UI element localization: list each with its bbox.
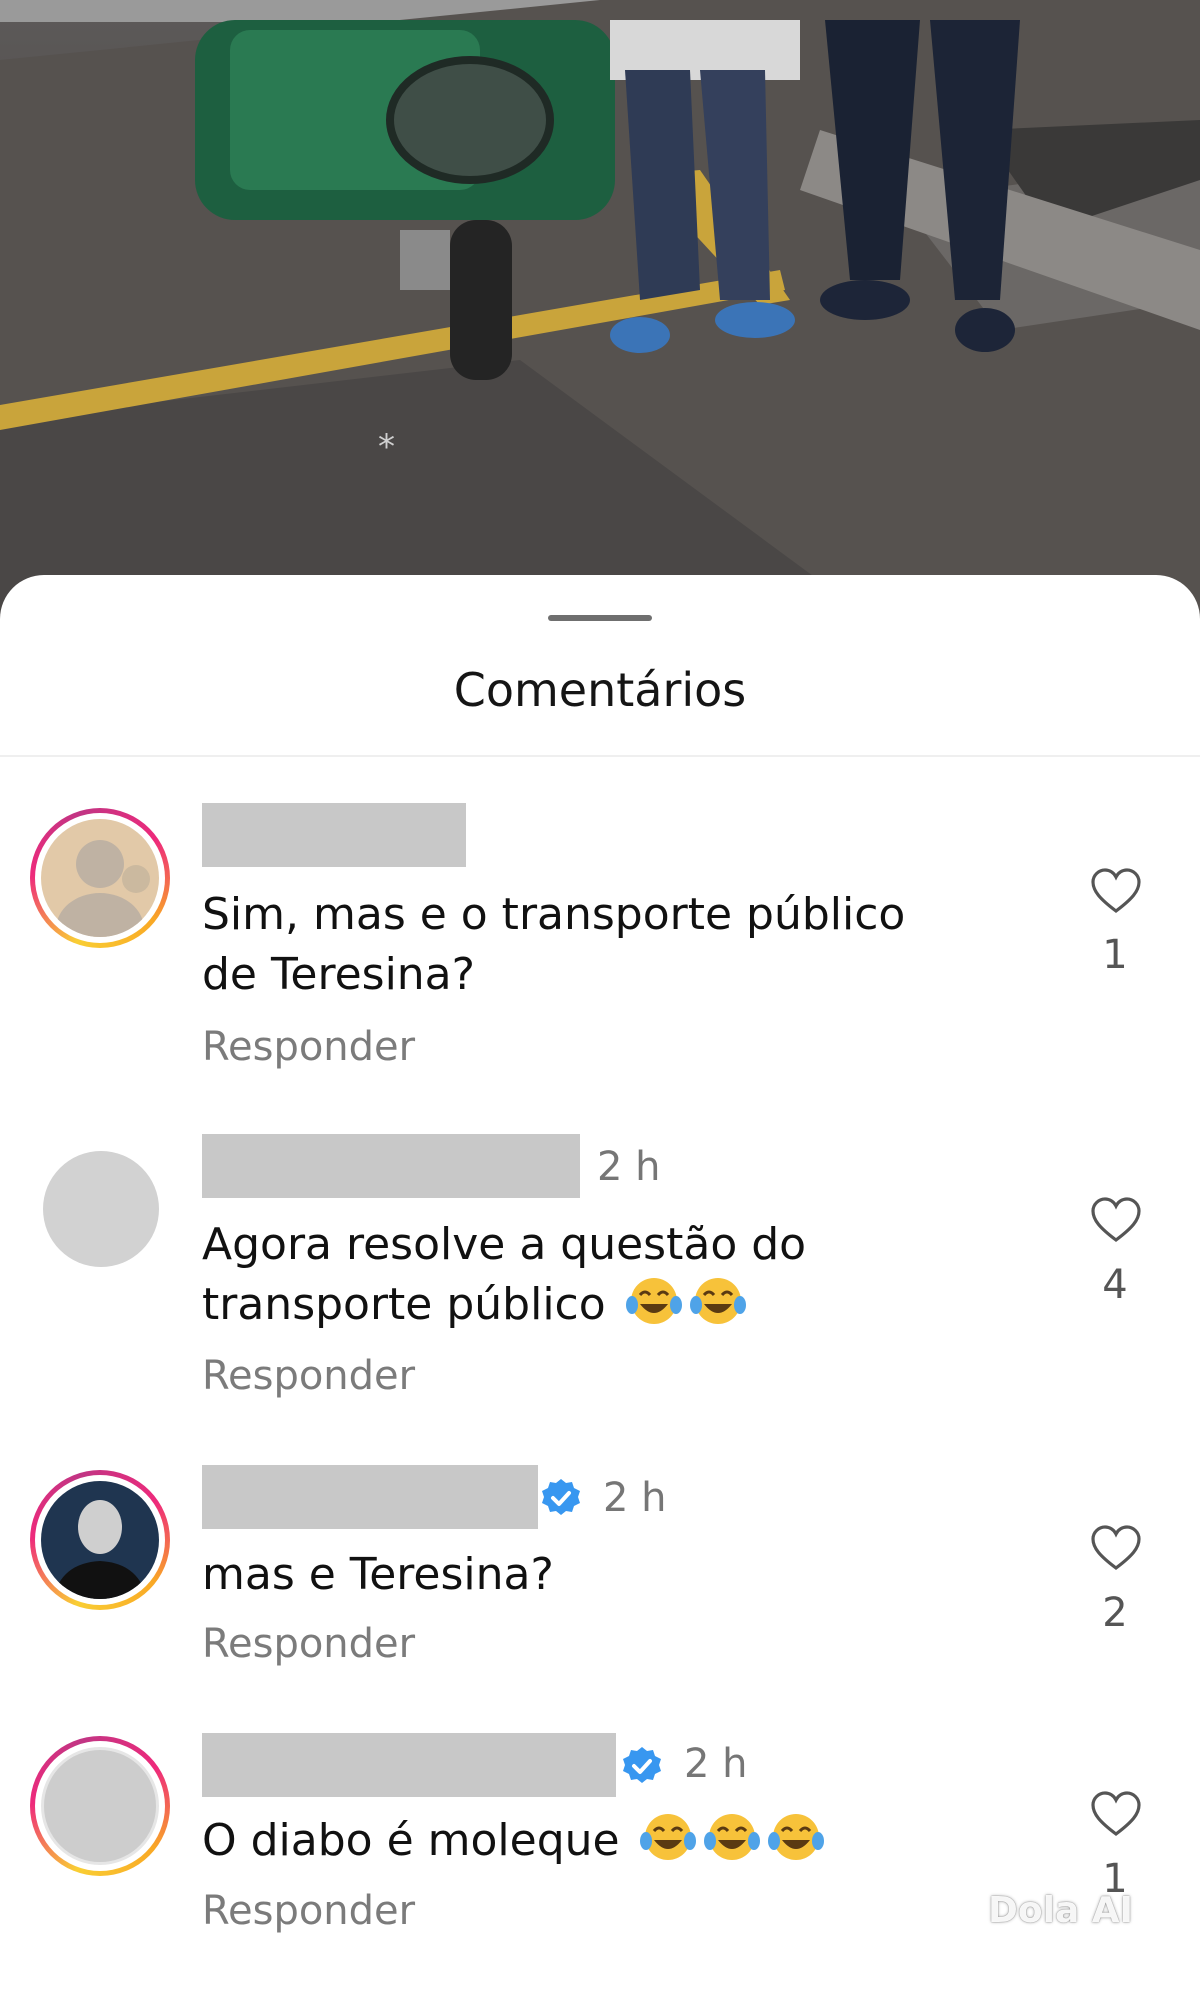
avatar [41, 1747, 159, 1865]
avatar-story-ring[interactable] [30, 808, 170, 948]
sheet-title: Comentários [453, 663, 747, 717]
comment-timestamp: 2 h [597, 1144, 661, 1190]
username-redacted[interactable] [202, 1733, 616, 1797]
heart-outline-icon[interactable] [1090, 1790, 1142, 1838]
avatar [41, 819, 159, 937]
face-with-tears-of-joy-icon [639, 1814, 696, 1860]
avatar [41, 1481, 159, 1599]
like-count: 1 [1102, 932, 1128, 978]
verified-badge-icon [542, 1479, 580, 1515]
watermark: Dola AI [988, 1890, 1134, 1931]
comment-text-span: transporte público [202, 1279, 606, 1330]
user-silhouette-icon [56, 840, 150, 937]
avatar-story-ring[interactable] [30, 1470, 170, 1610]
comment-timestamp: 2 h [684, 1741, 748, 1787]
sheet-drag-handle[interactable] [548, 615, 652, 621]
face-with-tears-of-joy-icon [625, 1278, 682, 1324]
username-redacted[interactable] [202, 1465, 538, 1529]
comment-text-line: transporte público [202, 1275, 806, 1335]
avatar-story-ring[interactable] [30, 1736, 170, 1876]
heart-outline-icon[interactable] [1090, 1196, 1142, 1244]
face-with-tears-of-joy-icon [703, 1814, 760, 1860]
sheet-header-divider [0, 755, 1200, 757]
reply-button[interactable]: Responder [202, 1888, 415, 1934]
heart-outline-icon[interactable] [1090, 867, 1142, 915]
reply-button[interactable]: Responder [202, 1621, 415, 1667]
comment-text: Agora resolve a questão do transporte pú… [202, 1215, 806, 1335]
face-with-tears-of-joy-icon [767, 1814, 824, 1860]
face-with-tears-of-joy-icon [689, 1278, 746, 1324]
comment-text: O diabo é moleque [202, 1811, 826, 1871]
reply-button[interactable]: Responder [202, 1024, 415, 1070]
comment-text-line: Sim, mas e o transporte público [202, 889, 906, 940]
comment-text-line: Agora resolve a questão do [202, 1219, 807, 1270]
verified-badge-icon [623, 1747, 661, 1783]
comment-text-span: O diabo é moleque [202, 1815, 620, 1866]
avatar[interactable] [43, 1151, 159, 1267]
user-silhouette-icon [53, 1500, 147, 1599]
comment-timestamp: 2 h [603, 1475, 667, 1521]
comment-text: Sim, mas e o transporte público de Teres… [202, 885, 905, 1005]
svg-text:*: * [378, 427, 395, 467]
reply-button[interactable]: Responder [202, 1353, 415, 1399]
like-count: 2 [1102, 1590, 1128, 1636]
like-count: 4 [1102, 1262, 1128, 1308]
comment-text: mas e Teresina? [202, 1549, 554, 1600]
comment-text-line: de Teresina? [202, 949, 476, 1000]
photo-scene: * [0, 0, 1200, 640]
username-redacted[interactable] [202, 803, 466, 867]
username-redacted[interactable] [202, 1134, 580, 1198]
post-photo-background: * [0, 0, 1200, 640]
heart-outline-icon[interactable] [1090, 1524, 1142, 1572]
